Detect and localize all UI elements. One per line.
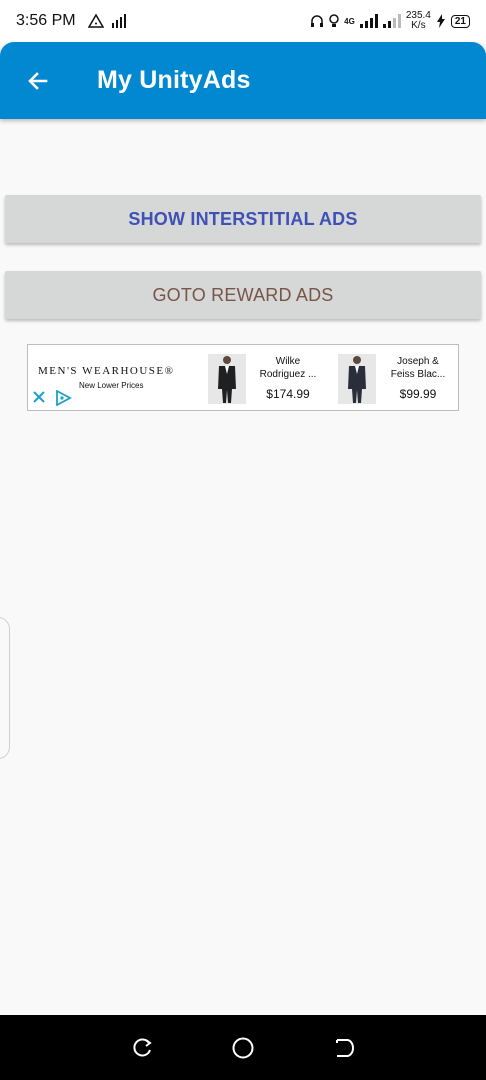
product-image[interactable] [208,354,246,404]
back-nav-button[interactable] [332,1036,356,1060]
status-bar: 3:56 PM 4G 235.4 K/s 21 [0,0,486,42]
product-price: $99.99 [399,387,437,401]
bulb-icon [329,14,339,27]
home-icon [232,1037,254,1058]
home-button[interactable] [231,1036,255,1060]
product-price: $174.99 [266,387,310,401]
headphones-icon [311,15,324,27]
goto-reward-ads-button[interactable]: GOTO REWARD ADS [5,271,481,319]
alert-triangle-icon [87,14,104,28]
net-speed: 235.4 K/s [406,11,431,31]
recent-apps-icon [133,1038,152,1056]
network-type: 4G [344,16,355,26]
recent-apps-button[interactable] [130,1036,154,1060]
navigation-bar [0,1015,486,1080]
battery-indicator: 21 [450,14,470,28]
arrow-left-icon [28,71,48,90]
status-right-icons: 4G 235.4 K/s 21 [310,11,470,31]
net-speed-unit: K/s [411,20,426,31]
back-icon [335,1038,354,1057]
page-title: My UnityAds [97,66,251,94]
cell-signal-2-icon [382,14,401,28]
side-drawer-handle[interactable] [0,617,10,759]
close-icon[interactable] [32,390,46,404]
back-button[interactable] [0,42,76,119]
status-left-icons [87,14,126,28]
signal-icon [111,14,126,28]
app-bar: My UnityAds [0,42,486,119]
product-image[interactable] [338,354,376,404]
cell-signal-icon [359,14,378,28]
charging-icon [436,14,445,28]
show-interstitial-ads-button[interactable]: SHOW INTERSTITIAL ADS [5,195,481,243]
product-name[interactable]: Wilke Rodriguez ... [250,355,326,381]
status-time: 3:56 PM [16,12,76,29]
ad-banner[interactable]: MEN'S WEARHOUSE® New Lower Prices Wilke … [27,344,459,411]
ad-tagline: New Lower Prices [79,381,144,390]
product-name[interactable]: Joseph & Feiss Blac... [380,355,456,381]
ad-brand: MEN'S WEARHOUSE® [38,365,175,377]
adchoices-icon[interactable] [54,390,72,406]
